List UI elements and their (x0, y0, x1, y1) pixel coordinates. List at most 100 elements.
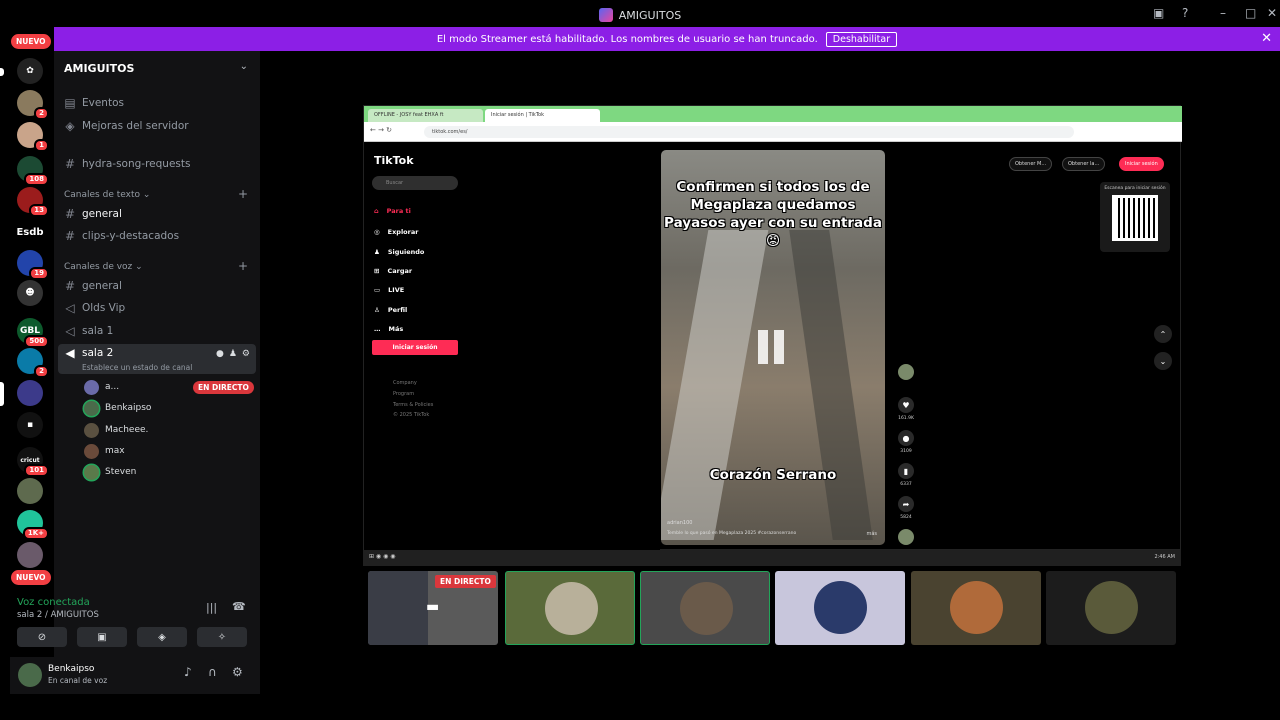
voice-connected-label[interactable]: Voz conectada (17, 597, 90, 608)
voice-sala-1[interactable]: ◁ sala 1 (64, 322, 113, 340)
new-badge: NUEVO (11, 34, 51, 49)
pause-icon[interactable] (758, 330, 786, 364)
channel-clips[interactable]: # clips-y-destacados (64, 227, 179, 245)
server-icon[interactable]: ✿ (17, 58, 43, 84)
nav-following[interactable]: ♟ Siguiendo (374, 248, 424, 256)
participant-tile[interactable] (1046, 571, 1176, 645)
server-icon[interactable]: cricut 101 (17, 447, 49, 477)
user-name[interactable]: Benkaipso (48, 664, 94, 674)
address-bar[interactable]: tiktok.com/es/ (424, 126, 1074, 138)
nav-arrows-icon[interactable]: ← → ↻ (370, 126, 392, 134)
participant-tile[interactable] (775, 571, 905, 645)
voice-category[interactable]: Canales de voz ⌄ (64, 262, 143, 272)
tiktok-search[interactable]: Buscar (372, 176, 458, 190)
chevron-down-icon[interactable]: ⌄ (1154, 352, 1172, 370)
text-category[interactable]: Canales de texto ⌄ (64, 190, 150, 200)
tiktok-top-login[interactable]: Iniciar sesión (1119, 157, 1164, 171)
add-text-channel-icon[interactable]: + (238, 187, 248, 201)
avatar[interactable] (18, 663, 42, 687)
server-amiguitos[interactable] (17, 380, 43, 406)
server-icon[interactable]: ▪ (17, 412, 43, 438)
activities-button[interactable]: ◈ (137, 627, 187, 647)
participant-tile[interactable] (640, 571, 770, 645)
creator-avatar[interactable] (896, 364, 916, 383)
voice-user[interactable]: max (84, 443, 125, 459)
server-icon[interactable]: 13 (17, 187, 49, 217)
channel-hydra[interactable]: # hydra-song-requests (64, 155, 191, 173)
voice-user[interactable]: Steven (84, 464, 136, 480)
add-voice-channel-icon[interactable]: + (238, 259, 248, 273)
sound-avatar[interactable] (896, 529, 916, 548)
browser-tab[interactable]: Iniciar sesión | TikTok (485, 109, 600, 122)
tiktok-video[interactable]: Confirmen si todos los de Megaplaza qued… (661, 150, 885, 545)
server-icon[interactable]: 19 (17, 250, 49, 280)
video-author[interactable]: adrian100 (667, 520, 692, 526)
server-esdb[interactable]: Esdb (16, 219, 43, 245)
tiktok-login-button[interactable]: Iniciar sesión (372, 340, 458, 355)
gear-icon[interactable]: ⚙ (242, 349, 250, 359)
video-more-link[interactable]: más (866, 531, 877, 537)
microphone-icon[interactable]: ♪ (184, 665, 192, 679)
nav-profile[interactable]: ♙ Perfil (374, 306, 407, 314)
gear-icon[interactable]: ⚙ (232, 665, 243, 679)
server-icon[interactable]: ☻ (17, 280, 43, 306)
nav-more[interactable]: … Más (374, 325, 403, 333)
voice-olds-vip[interactable]: ◁ Olds Vip (64, 299, 125, 317)
help-icon[interactable]: ? (1182, 6, 1188, 20)
footer-link[interactable]: Program (393, 391, 414, 397)
events-item[interactable]: ▤ Eventos (64, 94, 124, 112)
nav-explore[interactable]: ◎ Explorar (374, 228, 418, 236)
nav-live[interactable]: ▭ LIVE (374, 286, 404, 294)
voice-sala-2[interactable]: ◀ sala 2 (64, 344, 113, 362)
disconnect-icon[interactable]: ☎ (232, 600, 246, 613)
server-icon[interactable] (17, 542, 43, 568)
disable-streamer-button[interactable]: Deshabilitar (825, 31, 898, 47)
browser-tab[interactable]: OFFLINE - JOSY feat EHXA ft (368, 109, 483, 122)
save-button[interactable]: ▮ 6337 (896, 463, 916, 487)
inbox-icon[interactable]: ▣ (1153, 6, 1164, 20)
close-window-button[interactable]: ✕ (1267, 6, 1277, 20)
share-button[interactable]: ➦ 5824 (896, 496, 916, 520)
server-icon[interactable]: 2 (17, 90, 49, 120)
voice-user[interactable]: a... (84, 379, 119, 395)
nav-upload[interactable]: ⊞ Cargar (374, 267, 412, 275)
minimize-button[interactable]: – (1220, 6, 1226, 20)
camera-toggle-button[interactable]: ⊘ (17, 627, 67, 647)
footer-link[interactable]: Company (393, 380, 417, 386)
close-banner-icon[interactable]: ✕ (1261, 31, 1272, 46)
server-icon[interactable]: 1 (17, 122, 49, 152)
nav-for-you[interactable]: ⌂ Para ti (374, 207, 411, 215)
chat-icon[interactable]: ● (216, 349, 224, 359)
get-desktop-button[interactable]: Obtener la... (1062, 157, 1106, 171)
stream-view[interactable]: OFFLINE - JOSY feat EHXA ft Iniciar sesi… (363, 105, 1182, 551)
tiktok-logo[interactable]: TikTok (374, 154, 414, 167)
participant-tile[interactable] (505, 571, 635, 645)
soundboard-button[interactable]: ✧ (197, 627, 247, 647)
chevron-down-icon[interactable]: ⌄ (240, 61, 248, 72)
headphones-icon[interactable]: ∩ (208, 665, 217, 679)
server-icon[interactable]: GBL 500 (17, 318, 49, 348)
comment-button[interactable]: ● 3109 (896, 430, 916, 454)
server-name[interactable]: AMIGUITOS (64, 62, 134, 75)
server-icon[interactable]: 1K+ (17, 510, 49, 540)
voice-connected-channel[interactable]: sala 2 / AMIGUITOS (17, 610, 99, 620)
like-button[interactable]: ♥ 161.9K (896, 397, 916, 421)
voice-general[interactable]: # general (64, 277, 122, 295)
participant-tile[interactable] (911, 571, 1041, 645)
chevron-up-icon[interactable]: ⌃ (1154, 325, 1172, 343)
voice-user[interactable]: Benkaipso (84, 400, 151, 416)
screen-share-button[interactable]: ▣ (77, 627, 127, 647)
channel-status[interactable]: Establece un estado de canal (82, 363, 192, 372)
voice-user[interactable]: Macheee. (84, 422, 148, 438)
invite-icon[interactable]: ♟ (229, 349, 237, 359)
maximize-button[interactable]: □ (1245, 6, 1256, 20)
get-app-button[interactable]: Obtener M... (1009, 157, 1053, 171)
server-icon[interactable] (17, 478, 43, 504)
channel-general[interactable]: # general (64, 205, 122, 223)
server-icon[interactable]: 108 (17, 156, 49, 186)
footer-link[interactable]: Terms & Policies (393, 402, 433, 408)
participant-stream-tile[interactable]: ▬ EN DIRECTO (368, 571, 498, 645)
server-icon[interactable]: 2 (17, 348, 49, 378)
noise-icon[interactable]: ||| (206, 601, 217, 614)
boosts-item[interactable]: ◈ Mejoras del servidor (64, 117, 188, 135)
